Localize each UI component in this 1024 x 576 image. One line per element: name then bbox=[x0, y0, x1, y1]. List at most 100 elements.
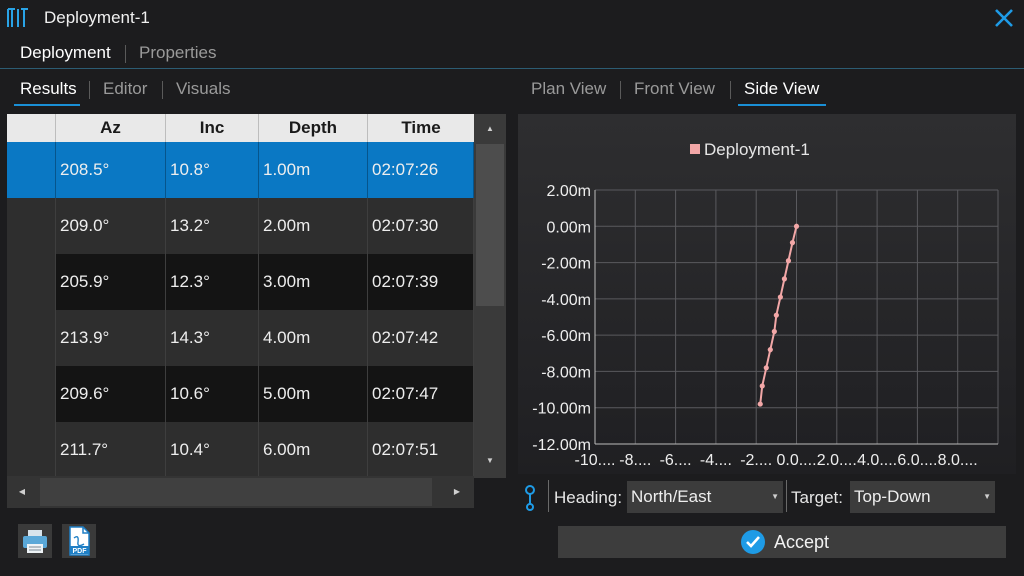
cell-depth[interactable]: 4.00m bbox=[259, 310, 368, 366]
cell-time[interactable]: 02:07:26 bbox=[368, 142, 474, 198]
table-header: Az Inc Depth Time bbox=[7, 114, 474, 142]
data-point bbox=[763, 365, 769, 371]
tab-plan-view[interactable]: Plan View bbox=[531, 79, 606, 99]
data-point bbox=[785, 258, 792, 264]
vertical-scroll-thumb[interactable] bbox=[476, 144, 504, 306]
cell-az[interactable]: 205.9° bbox=[56, 254, 166, 310]
column-header-depth[interactable]: Depth bbox=[259, 114, 368, 142]
tab-separator bbox=[125, 45, 126, 63]
row-header[interactable] bbox=[7, 254, 56, 310]
cell-inc[interactable]: 10.6° bbox=[166, 366, 259, 422]
heading-label: Heading: bbox=[554, 488, 623, 507]
cell-time[interactable]: 02:07:47 bbox=[368, 366, 474, 422]
x-tick-label: -2.... bbox=[740, 452, 772, 469]
pdf-icon: PDF bbox=[69, 526, 90, 556]
tab-separator bbox=[620, 81, 621, 99]
tab-results[interactable]: Results bbox=[20, 79, 77, 99]
tab-side-view[interactable]: Side View bbox=[744, 79, 819, 99]
tab-side-view-underline bbox=[738, 104, 826, 106]
cell-time[interactable]: 02:07:39 bbox=[368, 254, 474, 310]
table-row[interactable]: 209.6° 10.6° 5.00m 02:07:47 bbox=[7, 366, 474, 422]
data-point bbox=[773, 312, 779, 318]
y-tick-label: -8.00m bbox=[541, 364, 591, 381]
header-divider bbox=[0, 68, 1024, 69]
column-header-az[interactable]: Az bbox=[56, 114, 166, 142]
data-point bbox=[771, 328, 777, 335]
data-point bbox=[777, 294, 783, 300]
chevron-down-icon: ▼ bbox=[983, 492, 991, 501]
chevron-down-icon: ▼ bbox=[771, 492, 779, 501]
cell-depth[interactable]: 3.00m bbox=[259, 254, 368, 310]
x-tick-label: 6.0.... bbox=[897, 452, 937, 469]
row-header[interactable] bbox=[7, 422, 56, 478]
scroll-left-icon[interactable]: ◀ bbox=[7, 476, 37, 508]
cell-depth[interactable]: 2.00m bbox=[259, 198, 368, 254]
data-point bbox=[781, 276, 788, 282]
x-tick-label: 2.0.... bbox=[817, 452, 857, 469]
heading-select[interactable]: North/East ▼ bbox=[627, 481, 783, 513]
cell-depth[interactable]: 6.00m bbox=[259, 422, 368, 478]
cell-az[interactable]: 209.6° bbox=[56, 366, 166, 422]
cell-time[interactable]: 02:07:30 bbox=[368, 198, 474, 254]
cell-inc[interactable]: 14.3° bbox=[166, 310, 259, 366]
y-tick-label: -6.00m bbox=[541, 328, 591, 345]
y-tick-label: 2.00m bbox=[547, 183, 591, 200]
link-icon[interactable] bbox=[521, 482, 539, 512]
check-icon bbox=[741, 530, 765, 554]
y-tick-label: -2.00m bbox=[541, 256, 591, 273]
row-header[interactable] bbox=[7, 142, 56, 198]
column-header-inc[interactable]: Inc bbox=[166, 114, 259, 142]
y-tick-label: -4.00m bbox=[541, 292, 591, 309]
close-icon[interactable] bbox=[992, 6, 1016, 30]
cell-az[interactable]: 213.9° bbox=[56, 310, 166, 366]
tab-results-underline bbox=[14, 104, 80, 106]
row-header[interactable] bbox=[7, 198, 56, 254]
window-title: Deployment-1 bbox=[44, 8, 150, 27]
data-point bbox=[759, 383, 765, 389]
cell-depth[interactable]: 1.00m bbox=[259, 142, 368, 198]
scroll-up-icon[interactable]: ▲ bbox=[474, 116, 506, 142]
tab-properties[interactable]: Properties bbox=[139, 43, 216, 63]
x-tick-label: -6.... bbox=[660, 452, 692, 469]
cell-az[interactable]: 209.0° bbox=[56, 198, 166, 254]
tab-front-view[interactable]: Front View bbox=[634, 79, 715, 99]
tab-separator bbox=[162, 81, 163, 99]
x-tick-label: 4.0.... bbox=[857, 452, 897, 469]
scroll-down-icon[interactable]: ▼ bbox=[474, 448, 506, 474]
chart-legend: Deployment-1 bbox=[690, 140, 810, 159]
x-tick-label: 8.0.... bbox=[938, 452, 978, 469]
row-header[interactable] bbox=[7, 310, 56, 366]
cell-time[interactable]: 02:07:42 bbox=[368, 310, 474, 366]
y-tick-label: 0.00m bbox=[547, 219, 591, 236]
x-tick-label: -4.... bbox=[700, 452, 732, 469]
table-row[interactable]: 211.7° 10.4° 6.00m 02:07:51 bbox=[7, 422, 474, 478]
table-row[interactable]: 209.0° 13.2° 2.00m 02:07:30 bbox=[7, 198, 474, 254]
horizontal-scroll-thumb[interactable] bbox=[40, 478, 432, 506]
target-select[interactable]: Top-Down ▼ bbox=[850, 481, 995, 513]
cell-inc[interactable]: 13.2° bbox=[166, 198, 259, 254]
print-button[interactable] bbox=[18, 524, 52, 558]
cell-depth[interactable]: 5.00m bbox=[259, 366, 368, 422]
cell-inc[interactable]: 12.3° bbox=[166, 254, 259, 310]
scroll-right-icon[interactable]: ▶ bbox=[442, 476, 472, 508]
data-point bbox=[757, 401, 763, 407]
cell-inc[interactable]: 10.8° bbox=[166, 142, 259, 198]
tab-deployment[interactable]: Deployment bbox=[20, 43, 111, 63]
table-row[interactable]: 213.9° 14.3° 4.00m 02:07:42 bbox=[7, 310, 474, 366]
results-table: Az Inc Depth Time 208.5° 10.8° 1.00m 02:07:… bbox=[7, 114, 474, 478]
tab-visuals[interactable]: Visuals bbox=[176, 79, 231, 99]
data-point bbox=[789, 240, 796, 246]
cell-time[interactable]: 02:07:51 bbox=[368, 422, 474, 478]
cell-inc[interactable]: 10.4° bbox=[166, 422, 259, 478]
control-separator bbox=[548, 480, 549, 512]
pdf-button[interactable]: PDF bbox=[62, 524, 96, 558]
row-header-corner bbox=[7, 114, 56, 142]
tab-editor[interactable]: Editor bbox=[103, 79, 147, 99]
table-row[interactable]: 205.9° 12.3° 3.00m 02:07:39 bbox=[7, 254, 474, 310]
y-tick-label: -10.00m bbox=[532, 401, 591, 418]
cell-az[interactable]: 208.5° bbox=[56, 142, 166, 198]
table-row[interactable]: 208.5° 10.8° 1.00m 02:07:26 bbox=[7, 142, 474, 198]
cell-az[interactable]: 211.7° bbox=[56, 422, 166, 478]
row-header[interactable] bbox=[7, 366, 56, 422]
column-header-time[interactable]: Time bbox=[368, 114, 474, 142]
